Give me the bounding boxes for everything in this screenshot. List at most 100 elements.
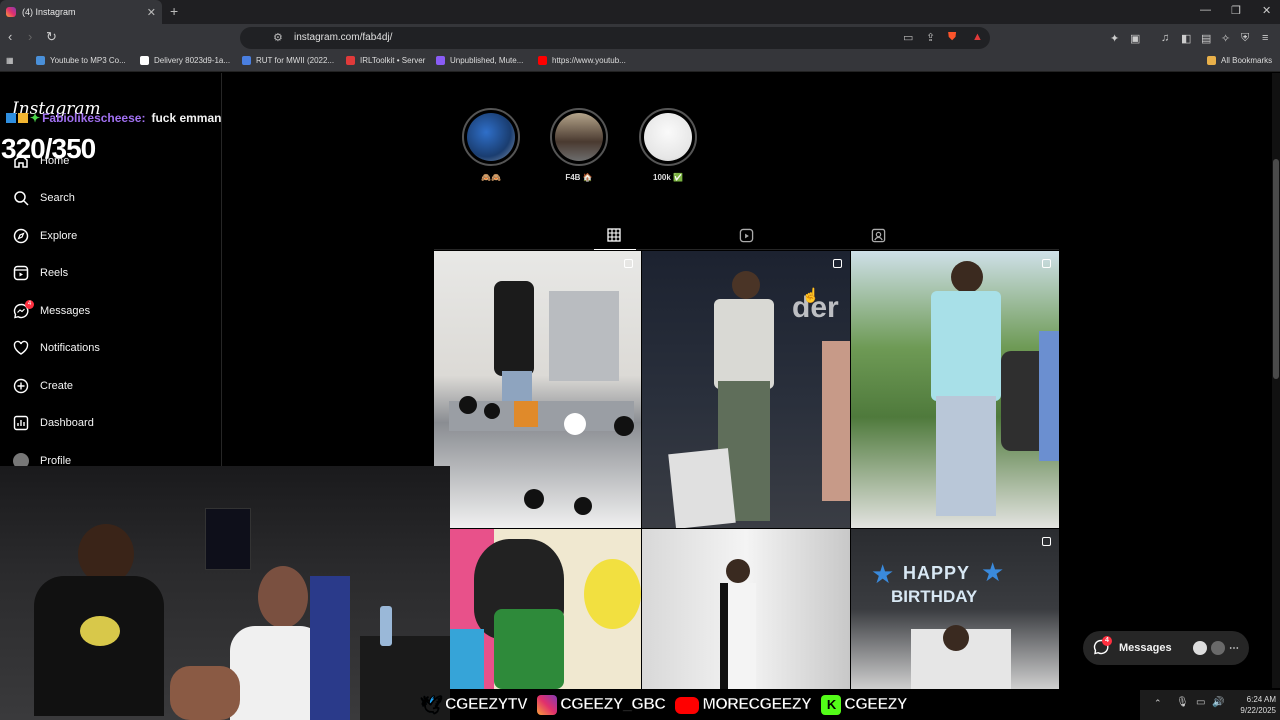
bookmark-item[interactable]: Unpublished, Mute... <box>436 56 523 65</box>
bookmark-favicon-icon <box>346 56 355 65</box>
bookmark-item[interactable]: IRLToolkit • Server <box>346 56 425 65</box>
apps-grid-icon[interactable]: ▦ <box>6 56 14 65</box>
post-thumbnail[interactable]: HAPPY BIRTHDAY ★ ★ <box>851 529 1059 689</box>
sidebar-item-explore[interactable]: Explore <box>12 226 77 246</box>
post-thumbnail[interactable] <box>851 251 1059 528</box>
clock-date: 9/22/2025 <box>1240 706 1276 715</box>
brave-rewards-icon[interactable]: ▲ <box>972 31 983 43</box>
page-scrollbar[interactable] <box>1272 73 1280 688</box>
sidebar-item-notifications[interactable]: Notifications <box>12 338 100 358</box>
tab-title: (4) Instagram <box>22 7 76 17</box>
social-handle: 🕊 CGEEZYTV <box>420 695 528 716</box>
wallet-icon[interactable]: ▤ <box>1201 32 1211 45</box>
story-highlight-ring <box>639 108 697 166</box>
volume-icon[interactable]: 🔊 <box>1212 697 1224 708</box>
webcam-feed <box>0 466 450 720</box>
sidebar-item-messages[interactable]: 4 Messages <box>12 300 90 321</box>
reading-list-icon[interactable]: ▣ <box>1130 32 1140 45</box>
post-thumbnail[interactable] <box>434 529 641 689</box>
instagram-favicon-icon <box>6 7 16 17</box>
sparkle-icon: ✦ <box>30 111 41 125</box>
cast-icon[interactable]: ▭ <box>903 31 913 44</box>
kick-icon: K <box>821 695 842 715</box>
new-tab-button[interactable]: + <box>170 3 178 19</box>
story-highlight[interactable]: 100k ✅ <box>639 108 697 182</box>
menu-icon[interactable]: ≡ <box>1262 32 1268 44</box>
tagged-icon <box>871 228 886 243</box>
maximize-icon[interactable]: ❐ <box>1231 4 1241 17</box>
share-icon[interactable]: ⇪ <box>926 31 935 44</box>
sidebar-item-dashboard[interactable]: Dashboard <box>12 413 94 433</box>
reels-icon <box>12 264 30 282</box>
close-window-icon[interactable]: ✕ <box>1262 4 1271 17</box>
media-icon[interactable]: ♫ <box>1161 32 1169 44</box>
active-tab-underline <box>594 249 636 250</box>
goal-counter: 320/350 <box>1 133 96 164</box>
leo-ai-icon[interactable]: ✧ <box>1221 32 1230 45</box>
hand-cursor-icon: ☝ <box>802 287 820 303</box>
extensions-icon[interactable]: ✦ <box>1110 32 1119 45</box>
social-handle: K CGEEZY <box>821 695 908 715</box>
bookmark-favicon-icon <box>436 56 445 65</box>
address-bar[interactable]: ⚙ instagram.com/fab4dj/ ▭ ⇪ ⛊ ▲ <box>240 27 990 49</box>
story-highlight[interactable]: 🙈🙈 <box>462 108 520 182</box>
sidebar-divider <box>221 73 222 468</box>
bookmark-favicon-icon <box>538 56 547 65</box>
dashboard-icon <box>12 414 30 432</box>
social-handles-bar: 🕊 CGEEZYTV CGEEZY_GBC MORECGEEZY K CGEEZ… <box>420 690 917 720</box>
chat-badge-icon <box>6 113 16 123</box>
bookmark-favicon-icon <box>242 56 251 65</box>
scrollbar-thumb[interactable] <box>1273 159 1279 379</box>
plus-icon <box>12 377 30 395</box>
network-icon[interactable]: ▭ <box>1196 697 1205 708</box>
bookmark-item[interactable]: RUT for MWII (2022... <box>242 56 334 65</box>
reels-tab[interactable] <box>739 228 757 244</box>
story-highlight-ring <box>462 108 520 166</box>
browser-tab[interactable]: (4) Instagram ✕ <box>0 0 162 24</box>
sidebar-toggle-icon[interactable]: ◧ <box>1181 32 1191 45</box>
profile-tabs-divider <box>434 249 1059 250</box>
tagged-tab[interactable] <box>871 228 889 244</box>
browser-tab-bar: (4) Instagram ✕ + — ❐ ✕ <box>0 0 1280 24</box>
tab-close-icon[interactable]: ✕ <box>147 6 156 19</box>
post-thumbnail[interactable] <box>642 529 850 689</box>
crown-icon <box>18 113 28 123</box>
social-handle: MORECGEEZY <box>675 696 812 714</box>
floating-messages-button[interactable]: 4 Messages ⋯ <box>1083 631 1249 665</box>
messenger-icon: 4 <box>12 300 34 320</box>
bookmarks-bar: ▦ Youtube to MP3 Co... Delivery 8023d9-1… <box>0 52 1280 72</box>
contact-avatar <box>1211 641 1225 655</box>
browser-toolbar: ‹ › ↻ ⚙ instagram.com/fab4dj/ ▭ ⇪ ⛊ ▲ ✦ … <box>0 24 1280 52</box>
more-icon[interactable]: ⋯ <box>1229 643 1239 654</box>
minimize-icon[interactable]: — <box>1200 4 1211 16</box>
messenger-icon: 4 <box>1093 636 1112 657</box>
bookmark-item[interactable]: https://www.youtub... <box>538 56 626 65</box>
compass-icon <box>12 227 30 245</box>
url-text: instagram.com/fab4dj/ <box>294 32 393 43</box>
forward-icon[interactable]: › <box>28 29 32 44</box>
twitter-icon: 🕊 <box>420 695 443 716</box>
all-bookmarks[interactable]: All Bookmarks <box>1207 56 1272 65</box>
stream-chat-line: ✦ Fabiolikescheese: fuck emman <box>6 111 221 125</box>
brave-shield-icon[interactable]: ⛊ <box>948 31 956 44</box>
clock-time: 6:24 AM <box>1246 695 1276 704</box>
vpn-icon[interactable]: ⛨ <box>1241 32 1249 45</box>
posts-grid-tab[interactable] <box>607 228 625 244</box>
bookmark-item[interactable]: Youtube to MP3 Co... <box>36 56 126 65</box>
contact-avatar <box>1193 641 1207 655</box>
tray-expand-icon[interactable]: ⌃ <box>1154 698 1162 709</box>
bookmark-item[interactable]: Delivery 8023d9-1a... <box>140 56 230 65</box>
reload-icon[interactable]: ↻ <box>46 29 57 45</box>
sidebar-item-search[interactable]: Search <box>12 188 75 208</box>
site-info-icon[interactable]: ⚙ <box>273 31 283 44</box>
sidebar-item-create[interactable]: Create <box>12 376 73 396</box>
sidebar-item-reels[interactable]: Reels <box>12 263 68 283</box>
post-thumbnail[interactable] <box>434 251 641 528</box>
bookmark-favicon-icon <box>140 56 149 65</box>
story-highlight[interactable]: F4B 🏠 <box>550 108 608 182</box>
folder-icon <box>1207 56 1216 65</box>
microphone-icon[interactable]: 🎙 <box>1176 697 1189 708</box>
back-icon[interactable]: ‹ <box>8 29 12 44</box>
heart-icon <box>12 339 30 357</box>
carousel-icon <box>1042 537 1051 546</box>
